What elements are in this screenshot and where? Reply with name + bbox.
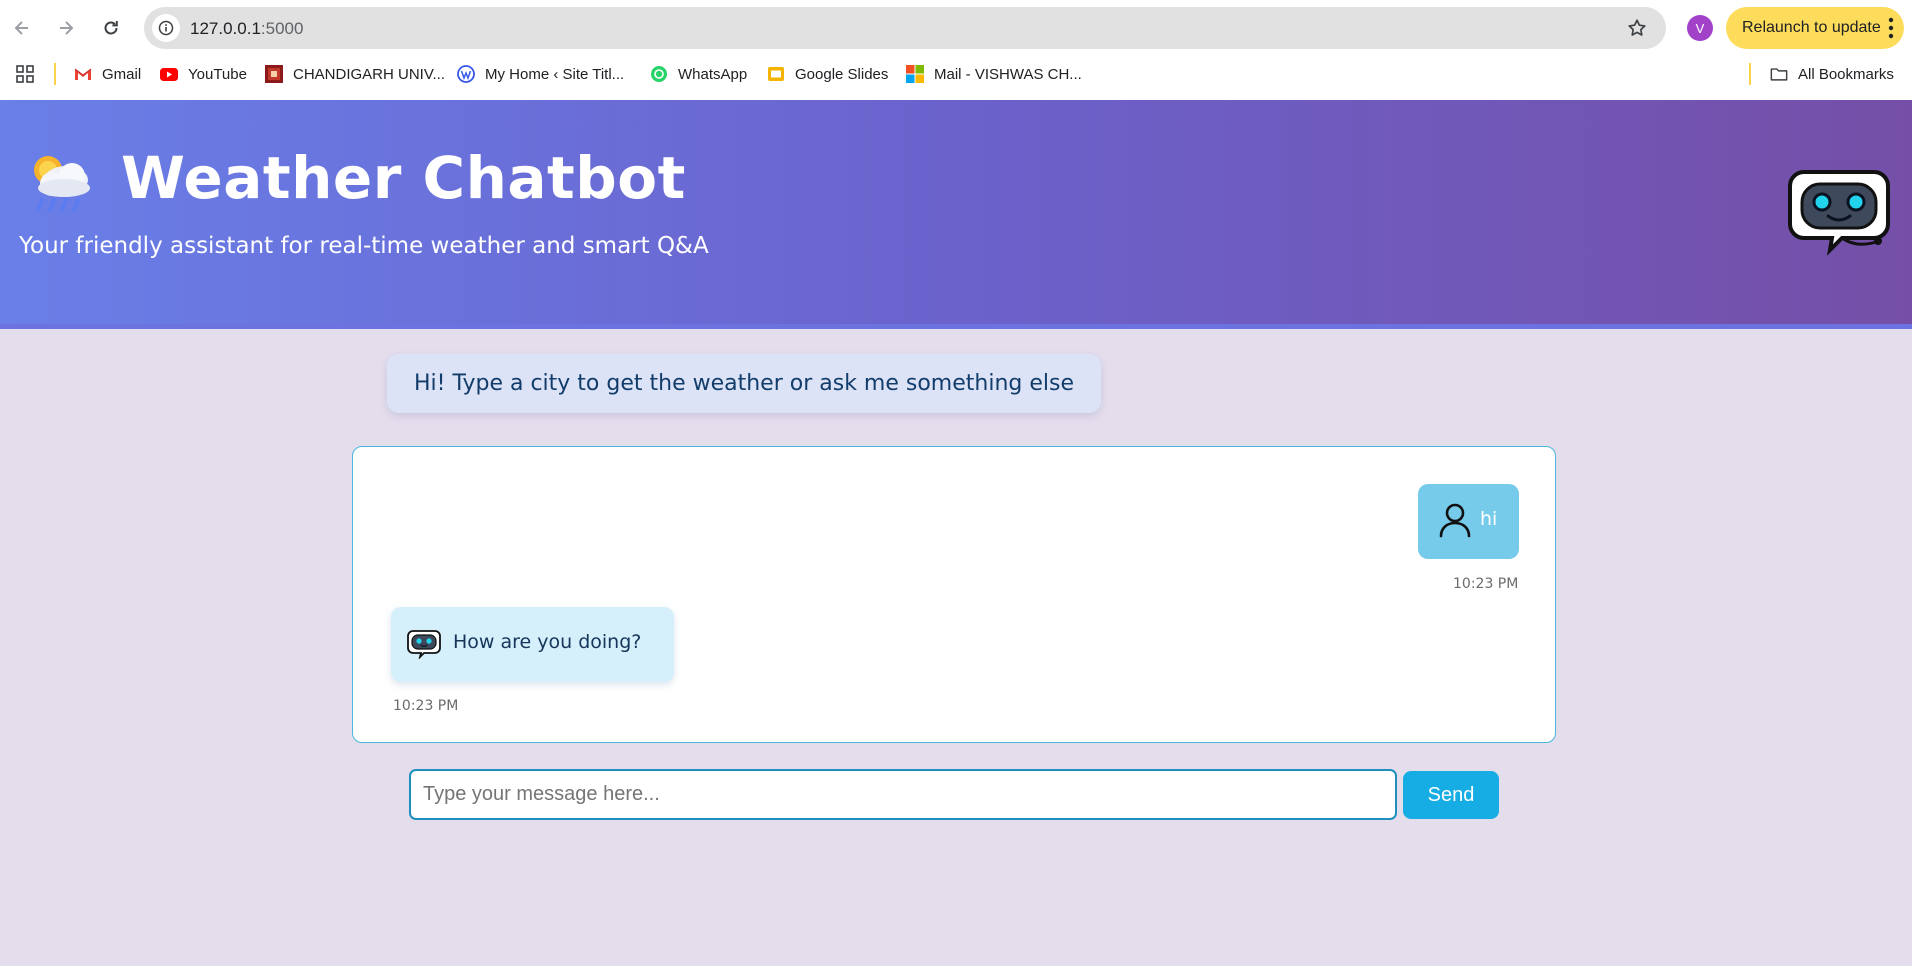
url-text: 127.0.0.1:5000 xyxy=(190,19,303,39)
bookmark-google-slides[interactable]: Google Slides xyxy=(767,60,888,88)
bookmarks-divider xyxy=(54,63,56,85)
bookmark-label: My Home ‹ Site Titl... xyxy=(485,65,625,83)
all-bookmarks-button[interactable]: All Bookmarks xyxy=(1770,60,1894,88)
bookmark-label: Mail - VISHWAS CH... xyxy=(934,65,1082,83)
user-message: hi xyxy=(1418,484,1519,559)
youtube-icon xyxy=(160,65,178,83)
whatsapp-icon xyxy=(650,65,668,83)
address-bar[interactable]: 127.0.0.1:5000 xyxy=(144,7,1666,49)
bot-message-time: 10:23 PM xyxy=(393,698,459,714)
robot-chat-icon xyxy=(1788,170,1890,256)
gmail-icon xyxy=(74,65,92,83)
bookmark-chandigarh-university[interactable]: CHANDIGARH UNIV... xyxy=(265,60,445,88)
page-subtitle: Your friendly assistant for real-time we… xyxy=(19,233,709,259)
wordpress-icon xyxy=(457,65,475,83)
chat-window[interactable]: hi 10:23 PM How are you doing? 10:23 PM xyxy=(352,446,1556,743)
profile-avatar[interactable]: V xyxy=(1687,15,1713,41)
url-port: :5000 xyxy=(260,19,304,38)
reload-icon xyxy=(104,21,118,35)
browser-toolbar: 127.0.0.1:5000 V Relaunch to update xyxy=(0,0,1912,56)
all-bookmarks-label: All Bookmarks xyxy=(1798,65,1894,83)
bookmark-whatsapp[interactable]: WhatsApp xyxy=(650,60,747,88)
forward-arrow-icon xyxy=(60,21,74,35)
site-info-icon[interactable] xyxy=(152,14,180,42)
bookmark-youtube[interactable]: YouTube xyxy=(160,60,247,88)
relaunch-label: Relaunch to update xyxy=(1742,19,1881,36)
back-button[interactable] xyxy=(6,12,38,44)
bookmark-gmail[interactable]: Gmail xyxy=(74,60,141,88)
bot-message: How are you doing? xyxy=(391,607,674,682)
bookmark-mail[interactable]: Mail - VISHWAS CH... xyxy=(906,60,1082,88)
forward-button[interactable] xyxy=(50,12,82,44)
more-menu-icon[interactable] xyxy=(1888,16,1894,40)
bookmarks-divider xyxy=(1749,63,1751,85)
bookmark-label: Google Slides xyxy=(795,65,889,83)
user-icon xyxy=(1439,503,1471,538)
user-message-text: hi xyxy=(1480,508,1498,530)
bookmarks-bar: Gmail YouTube CHANDIGARH UNIV... My Home… xyxy=(0,56,1912,100)
bookmark-my-home[interactable]: My Home ‹ Site Titl... xyxy=(457,60,624,88)
reload-button[interactable] xyxy=(95,12,127,44)
send-button[interactable]: Send xyxy=(1403,771,1499,819)
bookmark-label: WhatsApp xyxy=(678,65,748,83)
bookmark-label: CHANDIGARH UNIV... xyxy=(293,65,445,83)
back-arrow-icon xyxy=(14,21,28,35)
page-title: Weather Chatbot xyxy=(121,144,686,212)
microsoft-icon xyxy=(906,65,924,83)
apps-grid-icon[interactable] xyxy=(16,65,34,83)
relaunch-button[interactable]: Relaunch to update xyxy=(1726,7,1904,49)
greeting-text: Hi! Type a city to get the weather or as… xyxy=(413,371,1074,396)
user-message-time: 10:23 PM xyxy=(1453,576,1519,592)
robot-icon xyxy=(407,630,441,659)
bookmark-label: YouTube xyxy=(188,65,247,83)
url-host: 127.0.0.1 xyxy=(190,19,261,38)
bookmark-label: Gmail xyxy=(102,65,142,83)
bot-message-text: How are you doing? xyxy=(453,631,642,653)
chandigarh-university-icon xyxy=(265,65,283,83)
app-header: Weather Chatbot Your friendly assistant … xyxy=(0,100,1912,329)
folder-icon xyxy=(1770,65,1788,83)
message-input[interactable] xyxy=(409,769,1397,820)
greeting-banner: Hi! Type a city to get the weather or as… xyxy=(387,354,1101,413)
bookmark-star-icon[interactable] xyxy=(1626,17,1648,39)
weather-cloud-icon xyxy=(34,156,90,212)
google-slides-icon xyxy=(767,65,785,83)
